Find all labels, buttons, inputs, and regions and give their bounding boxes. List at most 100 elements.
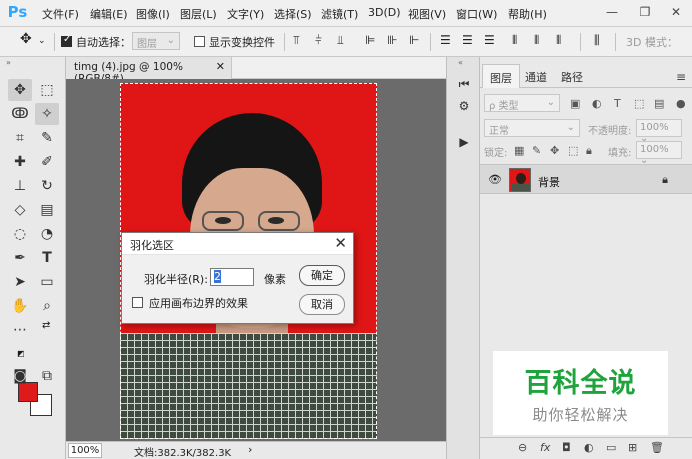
- gradient-tool-icon[interactable]: ▤: [35, 199, 59, 221]
- zoom-level[interactable]: 100%: [68, 443, 102, 458]
- menu-help[interactable]: 帮助(H): [508, 6, 547, 22]
- menu-select[interactable]: 选择(S): [274, 6, 312, 22]
- move-tool-icon[interactable]: ✥: [20, 31, 32, 47]
- lock-transparent-icon[interactable]: ▦: [514, 144, 524, 157]
- menu-edit[interactable]: 编辑(E): [90, 6, 128, 22]
- layer-row[interactable]: 👁︎ 背景 🔒︎: [480, 164, 692, 194]
- actions-play-icon[interactable]: ▶: [456, 135, 472, 151]
- menu-image[interactable]: 图像(I): [136, 6, 170, 22]
- lock-all-icon[interactable]: 🔒︎: [586, 144, 592, 158]
- align-top-icon[interactable]: ⫪: [293, 33, 300, 48]
- menu-filter[interactable]: 滤镜(T): [321, 6, 358, 22]
- pixel-filter-icon[interactable]: ▣: [570, 97, 580, 110]
- move-tool-icon[interactable]: ✥: [8, 79, 32, 101]
- tool-preset-chevron-icon[interactable]: ⌄: [38, 36, 46, 46]
- quick-mask-icon[interactable]: ◙: [8, 365, 32, 387]
- path-selection-icon[interactable]: ➤: [8, 271, 32, 293]
- close-window-icon[interactable]: ✕: [668, 4, 684, 20]
- healing-brush-icon[interactable]: ✚: [8, 151, 32, 173]
- distribute-top-icon[interactable]: ☰: [440, 33, 451, 47]
- screen-mode-icon[interactable]: ⧉: [35, 365, 59, 387]
- lock-position-icon[interactable]: ✥: [550, 144, 559, 157]
- align-left-icon[interactable]: ⊫: [365, 33, 375, 47]
- menu-view[interactable]: 视图(V): [408, 6, 446, 22]
- apply-canvas-edge-checkbox[interactable]: [132, 297, 143, 308]
- cancel-button[interactable]: 取消: [299, 294, 345, 315]
- distribute-right-icon[interactable]: ⦀: [556, 33, 561, 48]
- tab-paths[interactable]: 路径: [554, 64, 590, 88]
- history-panel-icon[interactable]: ⏮: [456, 77, 472, 93]
- smart-object-filter-icon[interactable]: ▤: [654, 97, 664, 110]
- auto-select-checkbox[interactable]: [61, 34, 72, 47]
- layer-style-icon[interactable]: fx: [540, 441, 550, 454]
- opacity-input[interactable]: 100% ⌄: [636, 119, 682, 144]
- menu-window[interactable]: 窗口(W): [456, 6, 497, 22]
- collapse-icon[interactable]: »: [6, 58, 11, 67]
- status-menu-arrow-icon[interactable]: ›: [248, 443, 252, 456]
- magic-wand-tool-icon[interactable]: ✧: [35, 103, 59, 125]
- tab-channels[interactable]: 通道: [518, 64, 554, 88]
- distribute-bottom-icon[interactable]: ☰: [484, 33, 495, 47]
- adjustment-layer-icon[interactable]: ◐: [584, 441, 594, 454]
- restore-icon[interactable]: ❐: [637, 4, 653, 20]
- panel-menu-icon[interactable]: ≡: [676, 70, 686, 84]
- divider: [284, 33, 285, 51]
- type-tool-icon[interactable]: T: [35, 247, 59, 269]
- menu-3d[interactable]: 3D(D): [368, 6, 401, 19]
- hand-tool-icon[interactable]: ✋: [8, 295, 32, 317]
- blend-mode-select[interactable]: 正常 ⌄: [484, 119, 580, 137]
- marquee-tool-icon[interactable]: ⬚: [35, 79, 59, 101]
- menu-file[interactable]: 文件(F): [42, 6, 79, 22]
- close-tab-icon[interactable]: ✕: [216, 60, 225, 73]
- auto-select-target-select[interactable]: 图层 ⌄: [132, 32, 180, 50]
- eyedropper-tool-icon[interactable]: ✎: [35, 127, 59, 149]
- new-group-icon[interactable]: ▭: [606, 441, 616, 454]
- align-bottom-icon[interactable]: ⫫: [337, 33, 344, 48]
- history-brush-icon[interactable]: ↻: [35, 175, 59, 197]
- brush-tool-icon[interactable]: ✐: [35, 151, 59, 173]
- adjustment-filter-icon[interactable]: ◐: [592, 97, 602, 110]
- link-layers-icon[interactable]: ⊖: [518, 441, 527, 454]
- shape-filter-icon[interactable]: ⬚: [634, 97, 644, 110]
- feather-radius-input[interactable]: 2: [210, 268, 254, 286]
- document-tab[interactable]: timg (4).jpg @ 100%(RGB/8#) ✕: [66, 57, 232, 85]
- dodge-tool-icon[interactable]: ◔: [35, 223, 59, 245]
- align-hcenter-icon[interactable]: ⊪: [387, 33, 397, 47]
- filter-toggle-icon[interactable]: ●: [676, 97, 686, 110]
- distribute-vcenter-icon[interactable]: ☰: [462, 33, 473, 47]
- tab-layers[interactable]: 图层: [482, 64, 520, 88]
- zoom-tool-icon[interactable]: ⌕: [35, 295, 59, 317]
- layer-kind-filter-select[interactable]: ρ 类型 ⌄: [484, 94, 560, 112]
- ok-button[interactable]: 确定: [299, 265, 345, 286]
- crop-tool-icon[interactable]: ⌗: [8, 127, 32, 149]
- clone-stamp-icon[interactable]: ⊥: [8, 175, 32, 197]
- default-colors-icon[interactable]: ◩: [17, 349, 25, 358]
- more-tools-icon[interactable]: ⋯: [8, 319, 32, 341]
- expand-panels-icon[interactable]: «: [458, 58, 463, 67]
- properties-panel-icon[interactable]: ⚙: [456, 99, 472, 115]
- lock-pixels-icon[interactable]: ✎: [532, 144, 541, 157]
- layer-mask-icon[interactable]: ◘: [562, 441, 571, 454]
- lasso-tool-icon[interactable]: ↂ: [8, 103, 32, 125]
- align-vcenter-icon[interactable]: ⫩: [315, 33, 322, 48]
- lock-artboard-icon[interactable]: ⬚: [568, 144, 578, 157]
- distribute-hcenter-icon[interactable]: ⦀: [534, 33, 539, 48]
- pen-tool-icon[interactable]: ✒: [8, 247, 32, 269]
- rectangle-tool-icon[interactable]: ▭: [35, 271, 59, 293]
- delete-layer-icon[interactable]: 🗑︎: [650, 441, 664, 454]
- distribute-left-icon[interactable]: ⦀: [512, 33, 517, 48]
- fill-input[interactable]: 100% ⌄: [636, 141, 682, 166]
- align-right-icon[interactable]: ⊩: [409, 33, 419, 47]
- new-layer-icon[interactable]: ⊞: [628, 441, 637, 454]
- minimize-icon[interactable]: —: [604, 4, 620, 20]
- menu-type[interactable]: 文字(Y): [227, 6, 264, 22]
- type-filter-icon[interactable]: T: [614, 97, 621, 110]
- blur-tool-icon[interactable]: ◌: [8, 223, 32, 245]
- eraser-tool-icon[interactable]: ◇: [8, 199, 32, 221]
- auto-align-icon[interactable]: ⫼: [594, 33, 600, 48]
- swap-colors-icon[interactable]: ⇄: [42, 320, 50, 331]
- menu-layer[interactable]: 图层(L): [180, 6, 217, 22]
- dialog-close-icon[interactable]: ✕: [334, 234, 347, 252]
- show-transform-checkbox[interactable]: [194, 36, 205, 47]
- visibility-eye-icon[interactable]: 👁︎: [488, 173, 502, 186]
